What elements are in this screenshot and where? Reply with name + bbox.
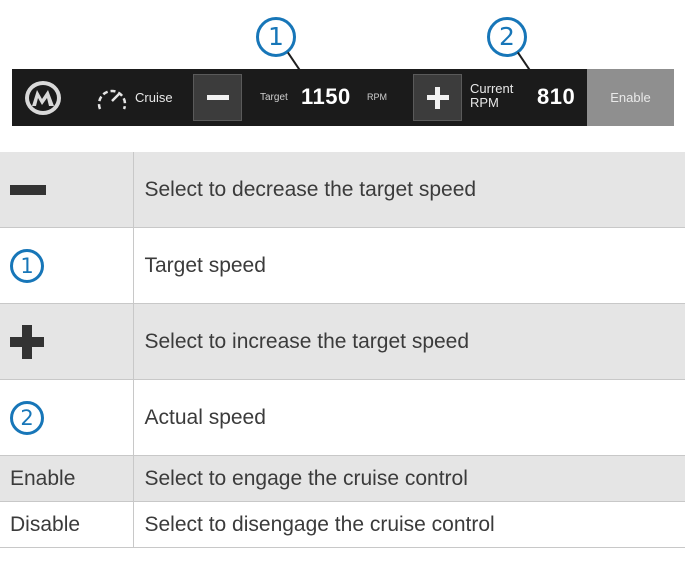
- target-rpm-value: 1150: [301, 84, 351, 109]
- mercury-logo-icon: [23, 79, 63, 117]
- callout-2-number: 2: [499, 22, 515, 51]
- callout-1-number: 1: [268, 22, 284, 51]
- legend-key: 2: [0, 379, 134, 456]
- legend-desc: Actual speed: [133, 379, 685, 456]
- minus-icon: [206, 95, 229, 100]
- target-label: Target: [260, 92, 288, 103]
- legend-key: [0, 303, 134, 380]
- callout-1-icon: 1: [10, 248, 44, 283]
- legend-row: Disable Select to disengage the cruise c…: [0, 501, 685, 548]
- cruise-control-toolbar: Cruise Target 1150 RPM Current RPM 810 E…: [12, 69, 674, 126]
- legend-desc: Target speed: [133, 227, 685, 304]
- plus-icon: [426, 86, 449, 109]
- plus-vertical-bar: [434, 86, 440, 109]
- current-label-line2: RPM: [470, 95, 499, 110]
- legend-row: Select to decrease the target speed: [0, 152, 685, 228]
- legend-row: 1 Target speed: [0, 227, 685, 304]
- legend-row: 2 Actual speed: [0, 379, 685, 456]
- target-rpm-unit: RPM: [367, 92, 387, 102]
- legend-key: Disable: [0, 501, 134, 548]
- callout-2-marker: 2: [487, 17, 527, 57]
- increase-target-button[interactable]: [413, 74, 462, 121]
- legend-desc: Select to increase the target speed: [133, 303, 685, 380]
- minus-icon: [10, 184, 46, 195]
- decrease-target-button[interactable]: [193, 74, 242, 121]
- legend-key: 1: [0, 227, 134, 304]
- legend-desc: Select to engage the cruise control: [133, 455, 685, 502]
- legend-key: [0, 152, 134, 228]
- enable-button-label: Enable: [610, 90, 651, 105]
- plus-icon: [10, 324, 44, 359]
- legend-desc: Select to decrease the target speed: [133, 152, 685, 228]
- callout-1-marker: 1: [256, 17, 296, 57]
- legend-row: Select to increase the target speed: [0, 303, 685, 380]
- current-rpm-label: Current RPM: [470, 82, 513, 110]
- speedometer-icon: [94, 81, 130, 115]
- legend-table: Select to decrease the target speed 1 Ta…: [0, 152, 685, 548]
- cruise-mode-label: Cruise: [135, 90, 173, 105]
- legend-key: Enable: [0, 455, 134, 502]
- current-rpm-value: 810: [537, 84, 576, 109]
- current-label-line1: Current: [470, 81, 514, 96]
- callout-2-icon: 2: [10, 400, 44, 435]
- enable-button[interactable]: Enable: [587, 69, 674, 126]
- legend-desc: Select to disengage the cruise control: [133, 501, 685, 548]
- legend-row: Enable Select to engage the cruise contr…: [0, 455, 685, 502]
